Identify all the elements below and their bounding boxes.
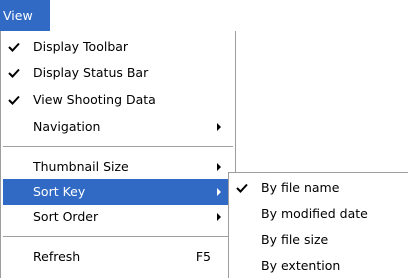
menu-item-label: Thumbnail Size [33,159,129,174]
checkmark-icon [8,34,26,60]
menu-item-label: Display Toolbar [33,39,129,54]
checkmark-icon [8,87,26,113]
menu-separator [3,236,233,237]
menu-item-label: Refresh [33,249,81,264]
submenu-arrow-icon [217,188,221,196]
menu-item-view-shooting-data[interactable]: View Shooting Data [3,87,233,113]
menu-item-label: Sort Key [33,184,86,199]
menu-item-label: Display Status Bar [33,65,149,80]
menu-item-label: By modified date [261,206,368,221]
menu-item-label: By extention [261,258,341,273]
menu-item-sort-key[interactable]: Sort Key [3,179,233,205]
menu-item-label: Navigation [33,119,101,134]
menu-item-label: By file name [261,180,340,195]
menu-item-label: By file size [261,232,329,247]
menu-item-shortcut: F5 [195,249,211,264]
menubar-view[interactable]: View [0,0,50,31]
menu-item-display-status-bar[interactable]: Display Status Bar [3,60,233,86]
checkmark-icon [236,175,254,201]
menu-item-label: Sort Order [33,209,99,224]
menu-item-display-toolbar[interactable]: Display Toolbar [3,34,233,60]
submenu-arrow-icon [217,213,221,221]
submenu-item-by-modified-date[interactable]: By modified date [231,201,406,227]
sort-key-submenu: By file name By modified date By file si… [228,172,408,278]
submenu-arrow-icon [217,123,221,131]
menu-separator [3,146,233,147]
menu-item-navigation[interactable]: Navigation [3,114,233,140]
menu-item-label: View Shooting Data [33,92,156,107]
menu-item-sort-order[interactable]: Sort Order [3,204,233,230]
checkmark-icon [8,60,26,86]
submenu-arrow-icon [217,163,221,171]
view-menu: Display Toolbar Display Status Bar View … [0,31,236,278]
submenu-item-by-extention[interactable]: By extention [231,253,406,279]
menu-item-thumbnail-size[interactable]: Thumbnail Size [3,154,233,180]
submenu-item-by-file-name[interactable]: By file name [231,175,406,201]
menu-item-refresh[interactable]: Refresh F5 [3,244,233,270]
submenu-item-by-file-size[interactable]: By file size [231,227,406,253]
